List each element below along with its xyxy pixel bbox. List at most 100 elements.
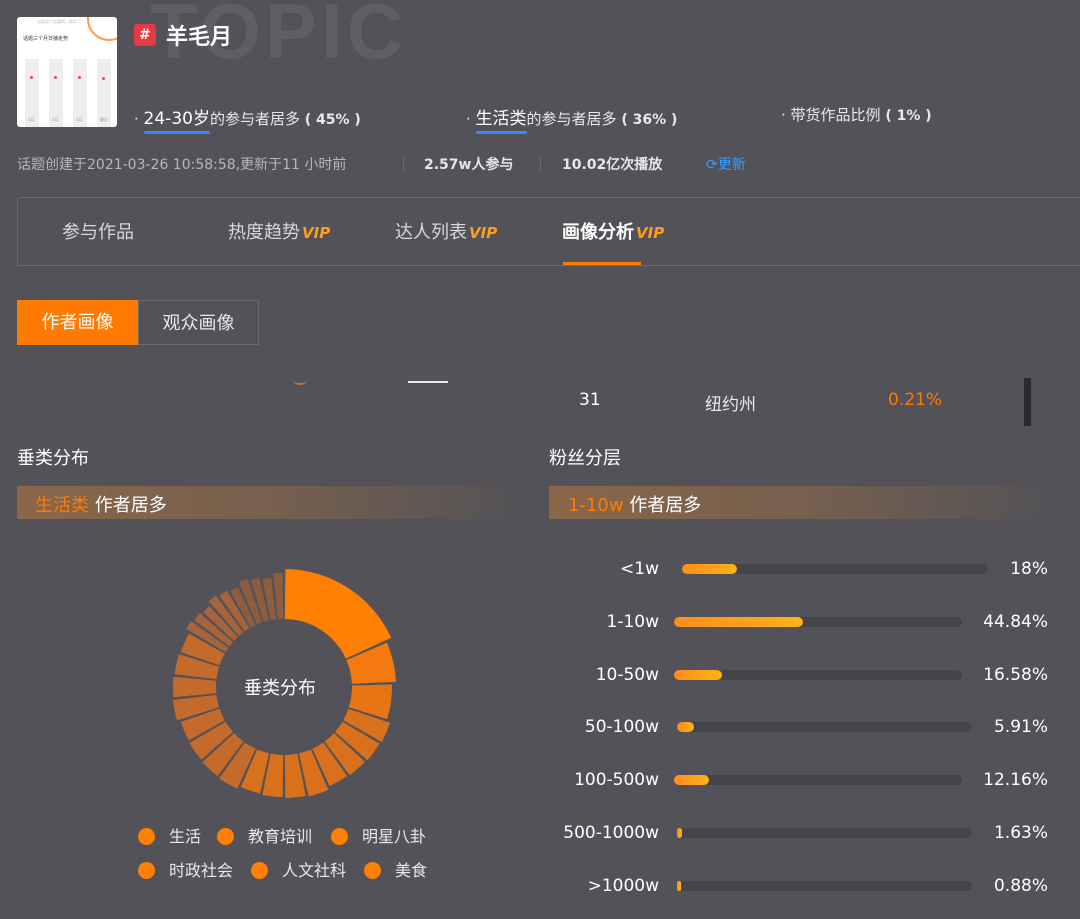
active-tab-indicator (563, 262, 641, 265)
fans-summary: 1-10w 作者居多 (568, 491, 701, 517)
thumbnail-point (30, 76, 33, 79)
fan-tier-value: 1.63% (993, 823, 1048, 843)
category-summary: 生活类 作者居多 (35, 491, 167, 517)
category-section-title: 垂类分布 (17, 448, 89, 469)
tab-label: 画像分析 (562, 222, 634, 243)
author-portrait-button[interactable]: 作者画像 (17, 300, 138, 345)
stat-highlight: 生活类 (475, 109, 527, 129)
stat-highlight: 24-30岁 (143, 109, 210, 129)
play-count: 10.02亿次播放 (562, 157, 663, 173)
refresh-label: 更新 (717, 157, 746, 173)
fan-tier-label: 10-50w (595, 664, 659, 685)
fan-tier-bar[interactable] (677, 880, 681, 891)
region-name: 纽约州 (705, 395, 756, 415)
topic-thumbnail[interactable]: 出现这个话题的…使用了 话题三个月日播走势 1月 2月 3月 最近 (17, 17, 117, 127)
fan-tier-label: <1w (620, 559, 659, 579)
fan-tier-bar[interactable] (677, 722, 695, 733)
legend-dot-icon (364, 862, 381, 879)
donut-segment[interactable] (284, 569, 392, 659)
tab-trend[interactable]: 热度趋势 VIP (228, 218, 330, 244)
thumbnail-top-text: 出现这个话题的…使用了 (37, 19, 81, 24)
fan-tier-track (674, 616, 962, 627)
divider (540, 156, 541, 172)
stat-commerce: · 带货作品比例 ( 1% ) (781, 106, 932, 124)
refresh-icon: ⟳ (706, 157, 718, 173)
fan-tier-bar[interactable] (674, 669, 722, 680)
fan-tier-label: 100-500w (574, 770, 659, 791)
legend-label: 美食 (395, 861, 428, 880)
thumbnail-x-label: 3月 (76, 117, 83, 122)
fan-tier-value: 16.58% (983, 664, 1048, 685)
fan-tier-bar[interactable] (677, 828, 682, 838)
thumbnail-point (54, 76, 57, 79)
fan-tier-bar[interactable] (674, 775, 710, 786)
fan-tier-track (674, 669, 962, 680)
fan-tier-bar[interactable] (682, 564, 738, 574)
fan-tier-value: 18% (1010, 559, 1048, 579)
thumbnail-point (102, 77, 105, 80)
participants-count: 2.57w人参与 (424, 157, 514, 173)
legend-dot-icon (138, 862, 155, 879)
legend-label: 教育培训 (248, 827, 313, 846)
thumbnail-title: 话题三个月日播走势 (23, 36, 69, 42)
vip-badge: VIP (302, 224, 331, 242)
fan-tier-value: 44.84% (983, 611, 1048, 632)
tab-label: 达人列表 (395, 222, 467, 243)
legend-item[interactable]: 美食 (364, 857, 427, 881)
thumbnail-x-label: 2月 (52, 117, 59, 122)
legend-label: 时政社会 (169, 861, 234, 880)
legend-dot-icon (138, 828, 155, 845)
region-pct: 0.21% (888, 390, 943, 410)
legend-item[interactable]: 明星八卦 (331, 823, 426, 847)
audience-portrait-button[interactable]: 观众画像 (138, 300, 259, 345)
stat-pct: ( 45% ) (304, 112, 361, 128)
vip-badge: VIP (636, 224, 665, 242)
summary-highlight: 生活类 (35, 495, 89, 516)
hashtag-icon: # (134, 24, 156, 46)
stat-age: · 24-30岁的参与者居多 ( 45% ) (134, 109, 361, 129)
thumbnail-arc (87, 17, 117, 41)
legend-item[interactable]: 时政社会 (138, 857, 233, 881)
legend-item[interactable]: 教育培训 (217, 823, 312, 847)
fan-tier-label: 50-100w (584, 717, 659, 738)
tab-creators[interactable]: 达人列表 VIP (395, 218, 497, 244)
scrolled-fragment (293, 375, 307, 385)
legend-item[interactable]: 人文社科 (251, 857, 346, 881)
stat-text: 的参与者居多 (526, 110, 617, 128)
refresh-button[interactable]: ⟳更新 (706, 154, 746, 174)
legend-item[interactable]: 生活 (138, 823, 201, 847)
thumbnail-x-label: 1月 (28, 117, 35, 122)
summary-highlight: 1-10w (568, 495, 624, 516)
legend-label: 人文社科 (282, 861, 347, 880)
topic-created-info: 话题创建于2021-03-26 10:58:58,更新于11 小时前 (17, 157, 347, 173)
fan-tier-value: 0.88% (993, 875, 1048, 896)
fan-tier-track (677, 880, 972, 891)
thumbnail-x-label: 最近 (100, 117, 108, 122)
fan-tier-bar[interactable] (674, 616, 804, 627)
legend-label: 明星八卦 (362, 827, 427, 846)
fan-tier-label: 1-10w (606, 611, 660, 632)
topic-title: 羊毛月 (166, 25, 233, 50)
tab-label: 参与作品 (62, 222, 134, 243)
fan-tier-track (674, 775, 962, 786)
stat-pct: ( 36% ) (621, 112, 678, 128)
legend-dot-icon (251, 862, 268, 879)
fan-tier-track (677, 828, 972, 838)
donut-center-label: 垂类分布 (244, 678, 316, 699)
donut-segment[interactable] (173, 676, 217, 698)
fan-tier-track (677, 722, 972, 733)
fans-section-title: 粉丝分层 (549, 448, 621, 469)
stat-text: 带货作品比例 (790, 106, 881, 124)
scrolled-fragment (408, 378, 448, 383)
stat-text: 的参与者居多 (209, 110, 300, 128)
tab-works[interactable]: 参与作品 (62, 218, 134, 244)
summary-text: 作者居多 (623, 495, 702, 516)
tab-bar (17, 197, 1080, 266)
stat-pct: ( 1% ) (885, 108, 932, 124)
fan-tier-track (682, 564, 988, 574)
tab-portrait[interactable]: 画像分析 VIP (562, 218, 664, 244)
fan-tier-label: 500-1000w (563, 823, 659, 843)
vip-badge: VIP (469, 224, 498, 242)
legend-dot-icon (331, 828, 348, 845)
list-scrollbar[interactable] (1024, 378, 1031, 426)
